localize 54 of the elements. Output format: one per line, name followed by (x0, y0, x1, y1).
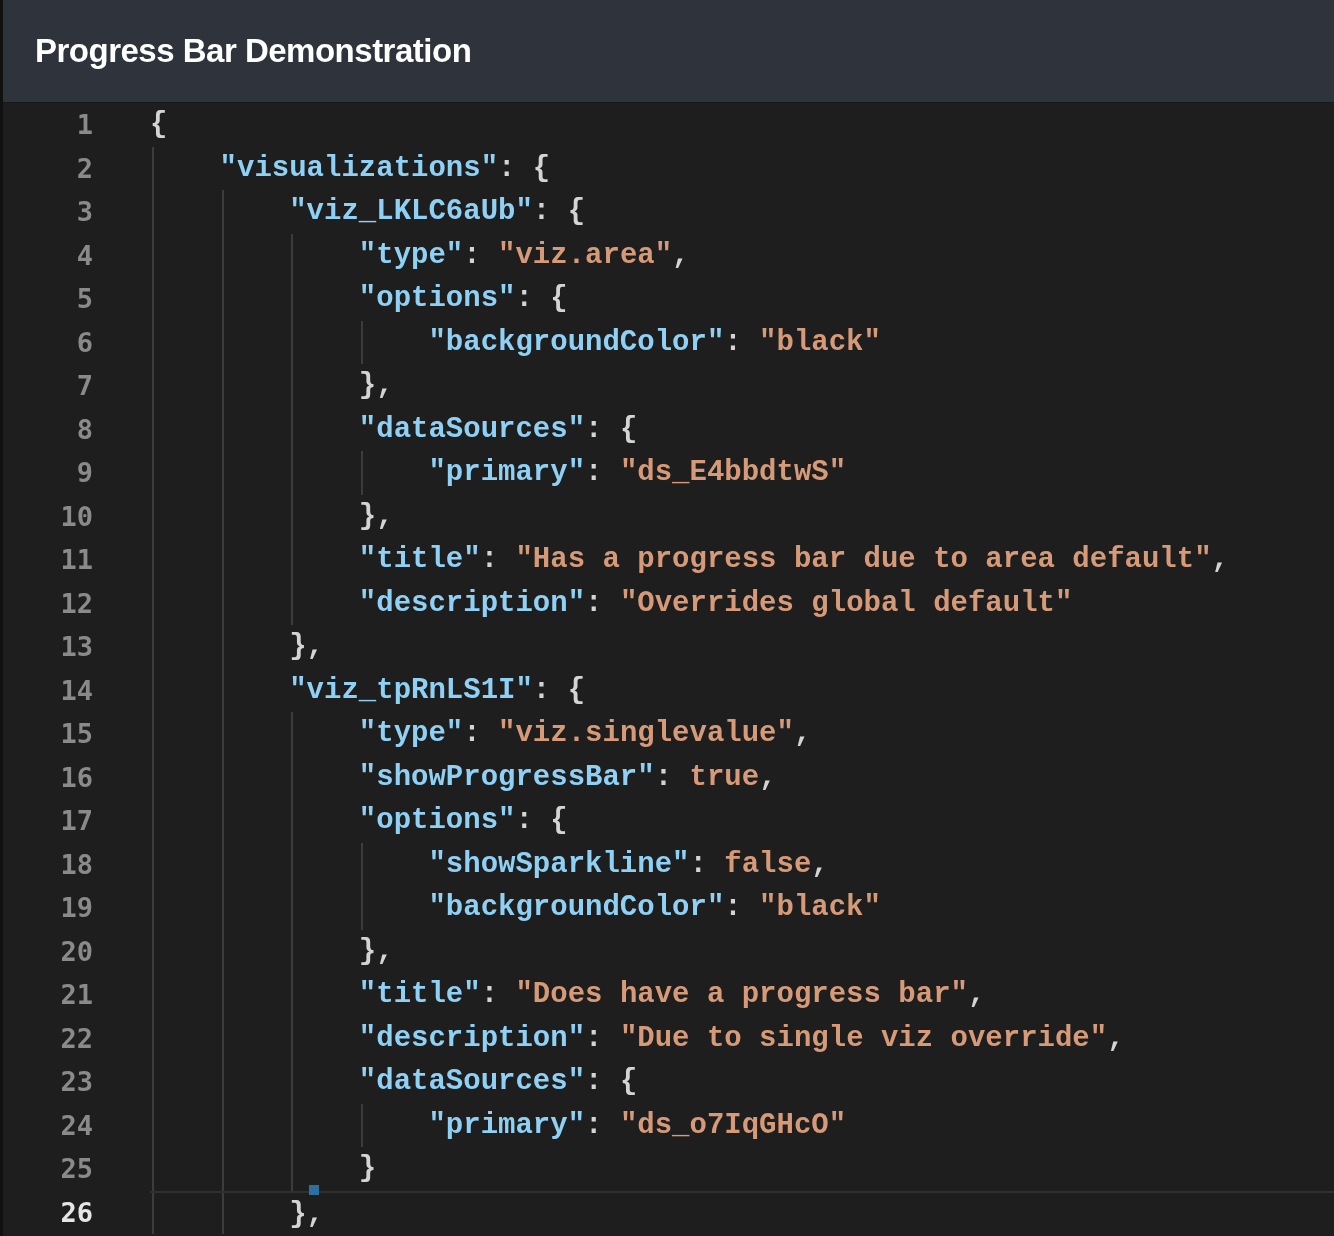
line-number: 12 (59, 586, 93, 621)
code-line: "dataSources": { (358, 1065, 638, 1098)
line-number: 8 (75, 412, 93, 447)
line-number: 3 (75, 195, 93, 229)
code-line: "backgroundColor": "black" (428, 891, 881, 924)
code-line: "showProgressBar": true, (358, 760, 777, 794)
code-line: "viz_LKLC6aUb": { (289, 195, 586, 228)
code-line: "description": "Due to single viz override", (358, 1021, 1125, 1055)
code-line: "primary": "ds_o7IqGHcO" (428, 1108, 847, 1142)
code-line: }, (358, 934, 394, 968)
code-line: }, (358, 369, 394, 402)
code-line: "options": { (358, 282, 568, 315)
code-line: "type": "viz.singlevalue", (358, 717, 812, 750)
line-number: 17 (59, 804, 93, 838)
line-number: 18 (59, 847, 93, 882)
line-number: 25 (59, 1152, 93, 1186)
code-line: "backgroundColor": "black" (428, 325, 881, 359)
line-number: 23 (59, 1065, 93, 1099)
line-number: 22 (59, 1021, 93, 1056)
code-line: "options": { (358, 804, 568, 837)
code-line: "showSparkline": false, (428, 847, 829, 881)
line-number: 11 (59, 543, 93, 577)
line-number: 1 (75, 108, 93, 142)
line-number: 7 (75, 369, 93, 403)
code-line: "viz_tpRnLS1I": { (289, 673, 586, 707)
panel-title: Progress Bar Demonstration (35, 31, 472, 72)
line-number: 20 (59, 934, 93, 969)
line-number: 24 (59, 1108, 93, 1143)
line-number: 5 (75, 282, 93, 316)
line-number: 9 (75, 456, 93, 490)
line-number: 13 (59, 630, 93, 664)
code-line: { (150, 108, 168, 141)
code-line: }, (289, 630, 325, 663)
code-line: "dataSources": { (358, 412, 638, 446)
line-number: 6 (75, 325, 93, 360)
line-number: 4 (75, 238, 93, 273)
line-number: 2 (75, 151, 93, 186)
line-number: 15 (59, 717, 93, 751)
line-number: 21 (59, 978, 93, 1012)
line-number: 26 (59, 1195, 93, 1230)
line-number: 16 (59, 760, 93, 795)
code-line: }, (358, 499, 394, 533)
code-line: "type": "viz.area", (358, 238, 690, 272)
cursor-marker (309, 1184, 320, 1195)
code-line: "visualizations": { (219, 151, 551, 185)
code-line: }, (289, 1197, 325, 1231)
code-line: "description": "Overrides global default" (358, 586, 1073, 620)
line-number: 10 (59, 499, 93, 534)
code-line: "title": "Does have a progress bar", (358, 978, 986, 1011)
code-line: } (358, 1152, 377, 1185)
line-number: 14 (59, 673, 93, 708)
line-number: 19 (59, 891, 93, 925)
code-line: "title": "Has a progress bar due to area default", (358, 543, 1229, 576)
code-line: "primary": "ds_E4bbdtwS" (428, 456, 847, 489)
